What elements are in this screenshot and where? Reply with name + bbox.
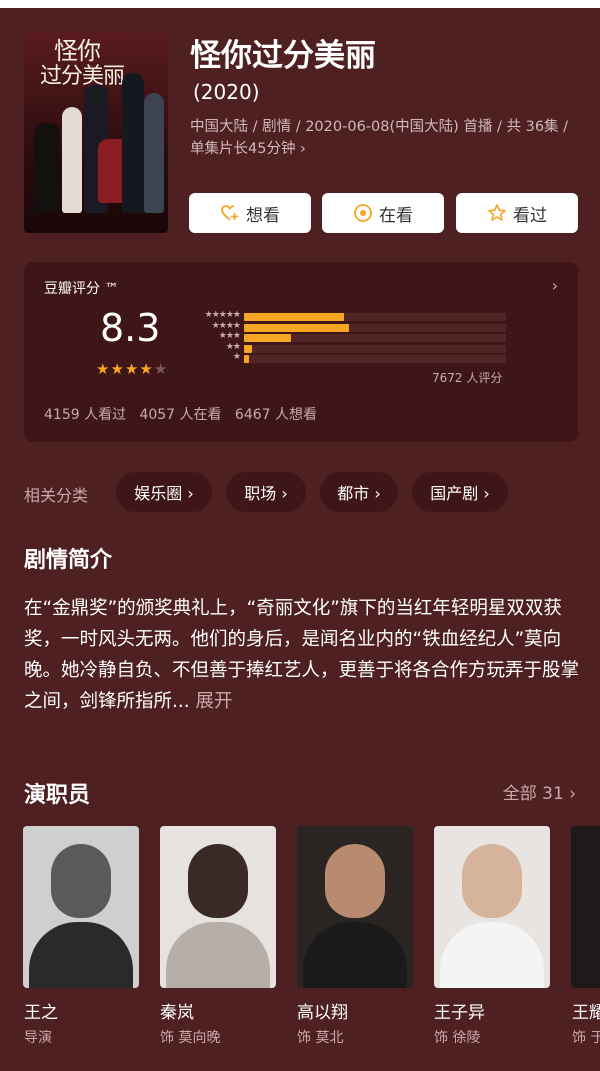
cast-heading: 演职员: [24, 783, 91, 808]
expand-link[interactable]: 展开: [196, 691, 233, 712]
want-to-watch-label: 想看: [246, 205, 280, 226]
cast-role: 饰 莫北: [297, 1030, 344, 1046]
cast-name[interactable]: 秦岚: [160, 998, 194, 1023]
cast-role: 饰 于: [572, 1030, 600, 1046]
rating-distribution-track: [244, 355, 506, 363]
show-title: 怪你过分美丽: [190, 38, 376, 74]
cast-photo-shoulder: [440, 922, 544, 988]
rating-distribution-track: [244, 323, 506, 332]
cast-photo-head: [325, 844, 385, 918]
poster-title-line2: 过分美丽: [40, 64, 125, 89]
cast-photo-head: [462, 844, 522, 918]
synopsis-heading: 剧情简介: [24, 548, 113, 573]
watch-stats: 4159 人看过 4057 人在看 6467 人想看: [44, 404, 317, 424]
rating-distribution-track: [244, 344, 506, 353]
cast-name[interactable]: 王耀: [572, 998, 600, 1023]
cast-role: 导演: [24, 1030, 52, 1046]
rating-distribution-bar: [244, 323, 349, 332]
cast-photo-head: [51, 844, 111, 918]
rating-stars: ★★★★★: [96, 360, 168, 378]
rating-distribution-row: ★: [188, 352, 508, 365]
cast-name[interactable]: 王之: [24, 998, 58, 1023]
rating-distribution-bar: [244, 344, 252, 353]
watched-button[interactable]: 看过: [456, 193, 578, 233]
cast-photo[interactable]: [571, 826, 600, 988]
cast-role: 饰 莫向晚: [160, 1030, 221, 1046]
rating-distribution-track: [244, 334, 506, 342]
synopsis-text: 在“金鼎奖”的颁奖典礼上，“奇丽文化”旗下的当红年轻明星双双获奖，一时风头无两。…: [24, 593, 580, 717]
poster-figure: [122, 73, 144, 213]
watching-label: 在看: [379, 205, 413, 226]
categories-label: 相关分类: [24, 486, 89, 505]
category-tag-entertainment[interactable]: 娱乐圈 ›: [116, 472, 212, 512]
synopsis-body: 在“金鼎奖”的颁奖典礼上，“奇丽文化”旗下的当红年轻明星双双获奖，一时风头无两。…: [24, 598, 580, 712]
rating-star-icon: ★: [110, 360, 125, 378]
category-tag-urban[interactable]: 都市 ›: [320, 472, 398, 512]
cast-photo[interactable]: [297, 826, 413, 988]
category-tag-domestic-drama[interactable]: 国产剧 ›: [412, 472, 508, 512]
cast-photo-shoulder: [166, 922, 270, 988]
rating-distribution: ★★★★★ ★★★★ ★★★ ★★ ★: [188, 310, 508, 365]
rating-star-icon: ★: [124, 360, 140, 378]
rating-star-icon: ★: [139, 360, 154, 378]
poster-image[interactable]: 怪你 过分美丽: [24, 32, 168, 233]
cast-role: 饰 徐陵: [434, 1030, 481, 1046]
poster-title-line1: 怪你: [54, 37, 101, 65]
rating-distribution-label: ★★: [225, 341, 241, 352]
rating-star-icon: ★: [153, 360, 169, 378]
watched-count: 4159 人看过: [44, 407, 127, 423]
cast-photo-shoulder: [29, 922, 133, 988]
category-tag-workplace[interactable]: 职场 ›: [226, 472, 306, 512]
cast-name[interactable]: 王子异: [434, 998, 485, 1023]
cast-all-link[interactable]: 全部 31 ›: [503, 779, 576, 804]
rating-distribution-bar: [244, 334, 292, 342]
show-meta[interactable]: 中国大陆 / 剧情 / 2020-06-08(中国大陆) 首播 / 共 36集 …: [190, 116, 570, 160]
want-to-watch-button[interactable]: 想看: [189, 193, 311, 233]
rating-star-icon: ★: [96, 360, 111, 378]
rating-label: 豆瓣评分 ™: [44, 281, 119, 297]
cast-photo-head: [188, 844, 248, 918]
rating-distribution-track: [244, 313, 506, 321]
watching-button[interactable]: 在看: [322, 193, 444, 233]
rating-distribution-label: ★: [232, 352, 241, 362]
rating-distribution-label: ★★★★: [211, 320, 241, 331]
star-outline-icon: [488, 204, 506, 221]
rating-distribution-bar: [244, 355, 250, 363]
rating-distribution-bar: [244, 313, 344, 321]
rating-distribution-label: ★★★: [218, 331, 241, 341]
status-bar: [0, 0, 600, 8]
heart-plus-icon: [221, 205, 238, 221]
chevron-right-icon[interactable]: ›: [552, 276, 558, 295]
cast-photo-shoulder: [303, 922, 407, 988]
watched-label: 看过: [513, 205, 547, 226]
cast-name[interactable]: 高以翔: [297, 998, 348, 1023]
cast-photo[interactable]: [23, 826, 139, 988]
rating-card[interactable]: 豆瓣评分 ™ › 8.3 ★★★★★ ★★★★★ ★★★★ ★★★ ★★ ★ 7672 …: [24, 262, 578, 442]
rating-count: 7672 人评分: [432, 371, 503, 385]
show-year: (2020): [193, 80, 260, 104]
poster-title: 怪你 过分美丽: [40, 37, 125, 90]
rating-distribution-label: ★★★★★: [204, 310, 241, 320]
poster-figure: [62, 107, 82, 213]
eye-circle-icon: [354, 204, 372, 222]
cast-photo[interactable]: [160, 826, 276, 988]
poster-figure: [34, 123, 60, 213]
watching-count: 4057 人在看: [139, 407, 222, 423]
rating-score: 8.3: [100, 306, 161, 350]
cast-photo[interactable]: [434, 826, 550, 988]
poster-figure: [144, 93, 164, 213]
want-count: 6467 人想看: [234, 407, 317, 423]
